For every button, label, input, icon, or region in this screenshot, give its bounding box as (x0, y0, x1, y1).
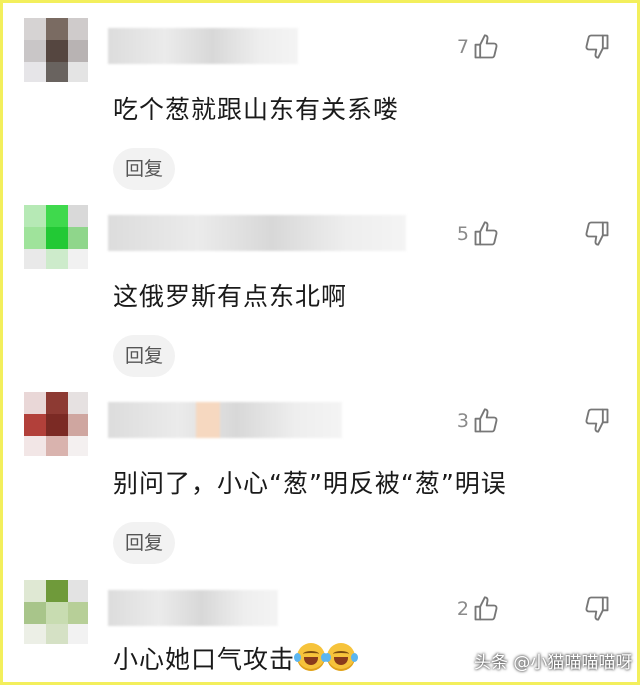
watermark: 头条 @小猫喵喵喵呀 (474, 653, 633, 673)
username-blurred[interactable] (108, 215, 406, 251)
username-blurred[interactable] (108, 402, 342, 438)
avatar[interactable] (24, 18, 88, 82)
like-count: 3 (456, 410, 469, 432)
like-button[interactable]: 2 (454, 594, 500, 624)
comment-item: 3 别问了，小心“葱”明反被“葱”明误 回复 (0, 392, 640, 577)
comment-text-line: 小心她口气攻击 (113, 640, 359, 676)
comment-text: 吃个葱就跟山东有关系喽 (113, 95, 400, 124)
like-button[interactable]: 5 (454, 219, 500, 249)
thumbs-up-icon (472, 595, 500, 623)
like-count: 2 (456, 598, 469, 620)
laughing-crying-emoji-icon (324, 643, 359, 671)
like-button[interactable]: 7 (454, 32, 500, 62)
reply-button[interactable]: 回复 (113, 522, 175, 564)
comment-item: 5 这俄罗斯有点东北啊 回复 (0, 205, 640, 390)
username-blurred[interactable] (108, 28, 298, 64)
thumbs-down-icon[interactable] (583, 594, 613, 624)
username-blurred[interactable] (108, 590, 278, 626)
reply-button[interactable]: 回复 (113, 335, 175, 377)
avatar[interactable] (24, 205, 88, 269)
avatar[interactable] (24, 392, 88, 456)
thumbs-up-icon (472, 33, 500, 61)
reply-button[interactable]: 回复 (113, 148, 175, 190)
thumbs-up-icon (472, 220, 500, 248)
thumbs-up-icon (472, 407, 500, 435)
avatar[interactable] (24, 580, 88, 644)
like-count: 7 (456, 36, 469, 58)
thumbs-down-icon[interactable] (583, 406, 613, 436)
laughing-crying-emoji-icon (294, 643, 329, 671)
thumbs-down-icon[interactable] (583, 219, 613, 249)
thumbs-down-icon[interactable] (583, 32, 613, 62)
comment-item: 7 吃个葱就跟山东有关系喽 回复 (0, 18, 640, 203)
comment-text: 这俄罗斯有点东北啊 (113, 282, 348, 311)
comment-text: 小心她口气攻击 (113, 645, 296, 674)
like-count: 5 (456, 223, 469, 245)
like-button[interactable]: 3 (454, 406, 500, 436)
comment-text: 别问了，小心“葱”明反被“葱”明误 (113, 469, 507, 498)
